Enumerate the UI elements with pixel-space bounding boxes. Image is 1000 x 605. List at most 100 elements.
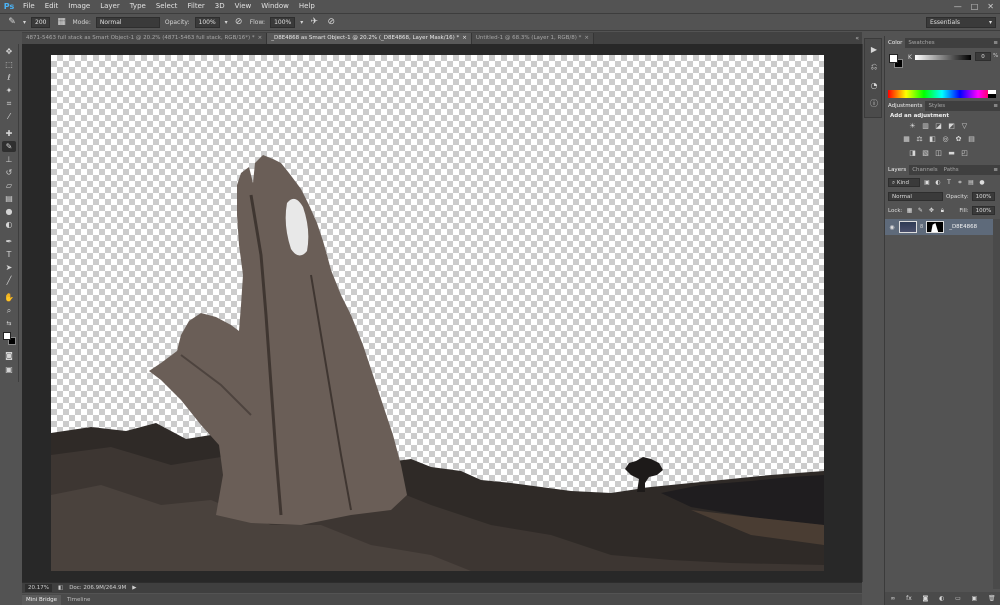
color-balance-icon[interactable]: ⚖ (915, 135, 924, 143)
lock-transparent-icon[interactable]: ▦ (905, 207, 913, 215)
new-layer-icon[interactable]: ▣ (972, 595, 978, 602)
new-group-icon[interactable]: ▭ (955, 595, 961, 602)
screen-mode-icon[interactable]: ▣ (2, 364, 16, 375)
layer-thumbnail[interactable] (899, 221, 917, 233)
posterize-icon[interactable]: ▧ (921, 149, 930, 157)
menu-select[interactable]: Select (151, 0, 183, 13)
foreground-color-swatch[interactable] (3, 332, 11, 340)
lock-image-icon[interactable]: ✎ (916, 207, 924, 215)
close-window-button[interactable]: ✕ (987, 2, 994, 11)
lock-position-icon[interactable]: ✥ (927, 207, 935, 215)
brush-panel-toggle-icon[interactable]: ▦ (55, 16, 67, 28)
flow-input[interactable]: 100% (270, 16, 296, 28)
play-icon[interactable]: ▶ (868, 43, 880, 55)
type-icon[interactable]: T (2, 249, 16, 260)
tab-styles[interactable]: Styles (925, 101, 948, 111)
collapse-panels-icon[interactable]: « (855, 33, 862, 44)
workspace-select[interactable]: Essentials ▾ (926, 16, 996, 28)
layers-scrollbar[interactable] (993, 219, 1000, 589)
panel-menu-icon[interactable]: ≡ (993, 101, 1000, 111)
add-mask-icon[interactable]: ◙ (923, 595, 929, 602)
hue-saturation-icon[interactable]: ▦ (902, 135, 911, 143)
layer-filter-kind-select[interactable]: ⌕ Kind (888, 178, 920, 187)
layer-name[interactable]: _D8E4868 (949, 224, 977, 230)
layer-opacity-input[interactable]: 100% (971, 192, 996, 201)
marquee-icon[interactable]: ⬚ (2, 59, 16, 70)
tab-layers[interactable]: Layers (885, 165, 910, 175)
tab-color[interactable]: Color (885, 38, 906, 48)
lasso-icon[interactable]: ℓ (2, 72, 16, 83)
color-spectrum-bar[interactable] (888, 90, 996, 98)
canvas-vertical-scrollbar[interactable] (862, 44, 863, 582)
tab-document-3[interactable]: Untitled-1 @ 68.3% (Layer 1, RGB/8) * × (471, 33, 594, 44)
swap-colors-icon[interactable]: ⇆ (2, 318, 16, 329)
gradient-icon[interactable]: ▤ (2, 193, 16, 204)
filter-toggle-icon[interactable]: ● (978, 179, 986, 187)
menu-file[interactable]: File (18, 0, 40, 13)
menu-layer[interactable]: Layer (95, 0, 125, 13)
panel-menu-icon[interactable]: ≡ (993, 38, 1000, 48)
mode-select[interactable]: Normal (95, 16, 160, 28)
healing-icon[interactable]: ✚ (2, 128, 16, 139)
layer-row[interactable]: ◉ 8 _D8E4868 (885, 219, 993, 235)
eye-icon[interactable]: ◉ (888, 224, 896, 231)
opacity-dropdown-arrow[interactable]: ▾ (225, 19, 228, 26)
menu-window[interactable]: Window (256, 0, 294, 13)
brush-size-picker[interactable]: 200 (31, 16, 51, 28)
color-lookup-icon[interactable]: ▤ (967, 135, 976, 143)
flow-dropdown-arrow[interactable]: ▾ (300, 19, 303, 26)
selective-color-icon[interactable]: ◰ (960, 149, 969, 157)
tab-close-icon[interactable]: × (584, 33, 589, 44)
menu-image[interactable]: Image (63, 0, 95, 13)
path-select-icon[interactable]: ➤ (2, 262, 16, 273)
color-panel-foreground[interactable] (889, 54, 898, 63)
filter-smart-object-icon[interactable]: ▤ (967, 179, 975, 187)
curves-icon[interactable]: ◪ (934, 122, 943, 130)
layer-style-icon[interactable]: fx (906, 595, 912, 602)
pen-icon[interactable]: ✒ (2, 236, 16, 247)
pressure-opacity-icon[interactable]: ⊘ (233, 16, 245, 28)
zoom-level[interactable]: 20.17% (25, 584, 52, 592)
tab-document-1[interactable]: 4871-5463 full stack as Smart Object-1 @… (22, 33, 268, 44)
brush-icon[interactable]: ✎ (2, 141, 16, 152)
minimize-button[interactable]: — (954, 2, 962, 11)
invert-icon[interactable]: ◨ (908, 149, 917, 157)
crop-icon[interactable]: ⌗ (2, 98, 16, 109)
vibrance-icon[interactable]: ▽ (960, 122, 969, 130)
status-arrow-icon[interactable]: ▶ (132, 585, 136, 591)
opacity-input[interactable]: 100% (194, 16, 220, 28)
tab-timeline[interactable]: Timeline (63, 595, 94, 605)
eyedropper-icon[interactable]: ⁄ (2, 111, 16, 122)
panel-menu-icon[interactable]: ≡ (993, 165, 1000, 175)
filter-type-icon[interactable]: T (945, 179, 953, 187)
tab-swatches[interactable]: Swatches (905, 38, 937, 48)
black-white-icon[interactable]: ◧ (928, 135, 937, 143)
filter-pixel-icon[interactable]: ▣ (923, 179, 931, 187)
history-icon[interactable]: ⎌ (868, 61, 880, 73)
document-canvas[interactable] (51, 55, 824, 571)
status-menu-icon[interactable]: ◧ (58, 585, 63, 591)
filter-adjustment-icon[interactable]: ◐ (934, 179, 942, 187)
brush-presets-icon[interactable]: ◔ (868, 79, 880, 91)
tab-close-icon[interactable]: × (258, 33, 263, 44)
tab-mini-bridge[interactable]: Mini Bridge (22, 594, 61, 605)
link-layers-icon[interactable]: ∞ (890, 595, 895, 602)
line-icon[interactable]: ╱ (2, 275, 16, 286)
tab-close-icon[interactable]: × (462, 33, 467, 44)
new-adjustment-icon[interactable]: ◐ (939, 595, 944, 602)
lock-all-icon[interactable]: 🔒︎ (938, 207, 946, 215)
delete-layer-icon[interactable]: 🗑︎ (988, 595, 996, 602)
menu-3d[interactable]: 3D (210, 0, 230, 13)
dodge-icon[interactable]: ◐ (2, 219, 16, 230)
channel-mixer-icon[interactable]: ✿ (954, 135, 963, 143)
zoom-icon[interactable]: ⌕ (2, 305, 16, 316)
menu-filter[interactable]: Filter (182, 0, 209, 13)
hand-icon[interactable]: ✋ (2, 292, 16, 303)
layer-fill-input[interactable]: 100% (971, 206, 996, 215)
eraser-icon[interactable]: ▱ (2, 180, 16, 191)
brush-preset-icon[interactable]: ✎ (6, 16, 18, 28)
airbrush-icon[interactable]: ✈ (308, 16, 320, 28)
menu-edit[interactable]: Edit (40, 0, 64, 13)
exposure-icon[interactable]: ◩ (947, 122, 956, 130)
history-brush-icon[interactable]: ↺ (2, 167, 16, 178)
